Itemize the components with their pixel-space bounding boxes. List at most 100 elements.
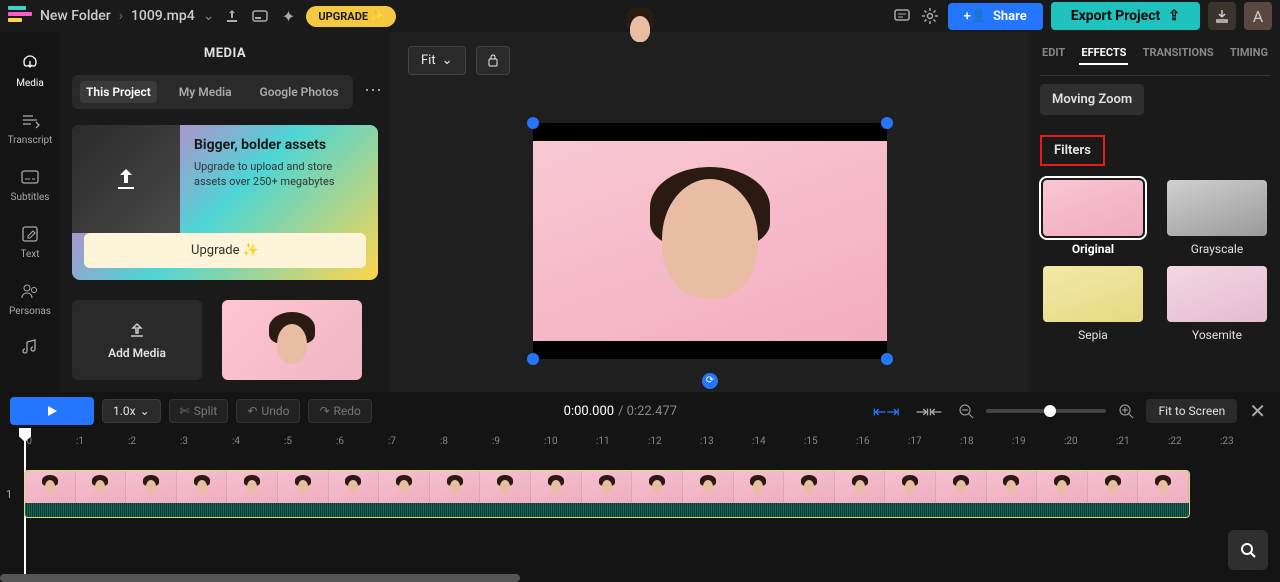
tab-edit[interactable]: EDIT: [1040, 42, 1067, 65]
ruler-tick: :5: [284, 436, 336, 447]
chevron-down-icon[interactable]: ⌄: [203, 8, 215, 24]
filter-thumb-sepia: [1043, 266, 1143, 322]
lock-button[interactable]: [476, 46, 510, 75]
horizontal-scrollbar[interactable]: [0, 574, 520, 582]
export-button[interactable]: Export Project⇪: [1051, 2, 1200, 30]
side-nav: Media Transcript Subtitles Text Personas: [0, 32, 60, 392]
tab-timing[interactable]: TIMING: [1228, 42, 1270, 65]
upgrade-card: Bigger, bolder assets Upgrade to upload …: [72, 125, 378, 280]
music-icon: [19, 337, 41, 359]
sidenav-audio[interactable]: [0, 327, 60, 369]
zoom-slider-thumb[interactable]: [1044, 405, 1056, 417]
trim-icon[interactable]: ⇥⇤: [912, 402, 947, 421]
zoom-out-icon[interactable]: [954, 403, 978, 419]
fit-dropdown[interactable]: Fit⌄: [408, 46, 466, 75]
filter-grayscale[interactable]: Grayscale: [1164, 180, 1270, 256]
track-row: 1: [0, 470, 1280, 518]
filters-section-title: Filters: [1040, 135, 1105, 166]
canvas[interactable]: ⟳: [390, 89, 1030, 392]
media-thumbnail[interactable]: [222, 300, 362, 380]
ruler-tick: :4: [232, 436, 284, 447]
play-button[interactable]: [10, 397, 94, 425]
effects-tabs: EDIT EFFECTS TRANSITIONS TIMING: [1040, 32, 1270, 76]
text-icon: [19, 223, 41, 245]
ruler-tick: :13: [700, 436, 752, 447]
sparkle-icon[interactable]: ✦: [278, 6, 298, 26]
moving-zoom-button[interactable]: Moving Zoom: [1040, 84, 1144, 115]
ruler-tick: :19: [1012, 436, 1064, 447]
filter-yosemite[interactable]: Yosemite: [1164, 266, 1270, 342]
sidenav-transcript[interactable]: Transcript: [0, 99, 60, 156]
redo-button[interactable]: ↷Redo: [308, 399, 371, 423]
split-button[interactable]: ✄Split: [169, 399, 229, 423]
scissors-icon: ✄: [180, 404, 190, 418]
export-icon: ⇪: [1168, 8, 1180, 24]
file-name[interactable]: 1009.mp4: [131, 8, 195, 24]
zoom-slider[interactable]: [986, 409, 1106, 413]
speed-dropdown[interactable]: 1.0x⌄: [102, 399, 161, 423]
filter-original[interactable]: Original: [1040, 180, 1146, 256]
ruler-tick: :8: [440, 436, 492, 447]
rotate-handle[interactable]: ⟳: [702, 373, 718, 389]
media-title: MEDIA: [72, 32, 378, 75]
more-icon[interactable]: ⋯: [364, 80, 382, 101]
plus-upload-icon: [127, 320, 147, 340]
resize-handle-bl[interactable]: [527, 353, 539, 365]
tab-transitions[interactable]: TRANSITIONS: [1141, 42, 1216, 65]
filter-sepia[interactable]: Sepia: [1040, 266, 1146, 342]
timeline-clip[interactable]: [24, 470, 1190, 518]
sidenav-media[interactable]: Media: [0, 42, 60, 99]
sidenav-subtitles[interactable]: Subtitles: [0, 156, 60, 213]
ruler-tick: :18: [960, 436, 1012, 447]
timecode: 0:00.000 / 0:22.477: [564, 404, 677, 419]
close-icon[interactable]: ✕: [1245, 399, 1270, 423]
search-icon[interactable]: [1228, 530, 1268, 570]
sidenav-text[interactable]: Text: [0, 213, 60, 270]
chevron-down-icon: ⌄: [442, 53, 453, 68]
chevron-down-icon: ⌄: [140, 404, 150, 418]
ruler-tick: :7: [388, 436, 440, 447]
person-add-icon: +👤: [964, 9, 987, 24]
upgrade-pill[interactable]: UPGRADE ✨: [306, 6, 396, 27]
media-icon: [19, 52, 41, 74]
resize-handle-tr[interactable]: [881, 117, 893, 129]
upload-icon[interactable]: [222, 6, 242, 26]
resize-handle-br[interactable]: [881, 353, 893, 365]
download-icon[interactable]: [1208, 2, 1236, 30]
gear-icon[interactable]: [920, 6, 940, 26]
effects-panel: EDIT EFFECTS TRANSITIONS TIMING Moving Z…: [1030, 32, 1280, 392]
filter-thumb-original: [1043, 180, 1143, 236]
transcript-icon: [19, 109, 41, 131]
video-frame: [620, 149, 800, 339]
add-media-button[interactable]: Add Media: [72, 300, 202, 380]
selected-clip[interactable]: ⟳: [533, 123, 887, 359]
tab-effects[interactable]: EFFECTS: [1079, 42, 1128, 65]
avatar[interactable]: A: [1244, 2, 1272, 30]
zoom-in-icon[interactable]: [1114, 403, 1138, 419]
chevron-right-icon: ›: [119, 8, 123, 24]
tab-this-project[interactable]: This Project: [80, 81, 157, 103]
controls-bar: 1.0x⌄ ✄Split ↶Undo ↷Redo 0:00.000 / 0:22…: [0, 392, 1280, 430]
ruler-tick: :17: [908, 436, 960, 447]
tab-google-photos[interactable]: Google Photos: [254, 81, 345, 103]
caption-icon[interactable]: [250, 6, 270, 26]
app-logo[interactable]: [8, 6, 32, 26]
tab-my-media[interactable]: My Media: [173, 81, 238, 103]
upgrade-title: Bigger, bolder assets: [194, 137, 364, 153]
resize-handle-tl[interactable]: [527, 117, 539, 129]
timeline-ruler[interactable]: :0:1:2:3:4:5:6:7:8:9:10:11:12:13:14:15:1…: [0, 430, 1280, 452]
breadcrumb[interactable]: New Folder › 1009.mp4 ⌄: [40, 8, 214, 24]
ruler-tick: :21: [1116, 436, 1168, 447]
upgrade-button[interactable]: Upgrade ✨: [84, 233, 366, 268]
ruler-tick: :3: [180, 436, 232, 447]
fit-to-screen-button[interactable]: Fit to Screen: [1146, 399, 1237, 423]
undo-button[interactable]: ↶Undo: [236, 399, 300, 423]
folder-name[interactable]: New Folder: [40, 8, 111, 24]
sidenav-personas[interactable]: Personas: [0, 270, 60, 327]
comment-icon[interactable]: [892, 6, 912, 26]
upgrade-desc: Upgrade to upload and store assets over …: [194, 159, 364, 190]
snap-icon[interactable]: ⇤⇥: [869, 402, 904, 421]
share-button[interactable]: +👤Share: [948, 3, 1043, 30]
ruler-tick: :15: [804, 436, 856, 447]
subtitles-icon: [19, 166, 41, 188]
